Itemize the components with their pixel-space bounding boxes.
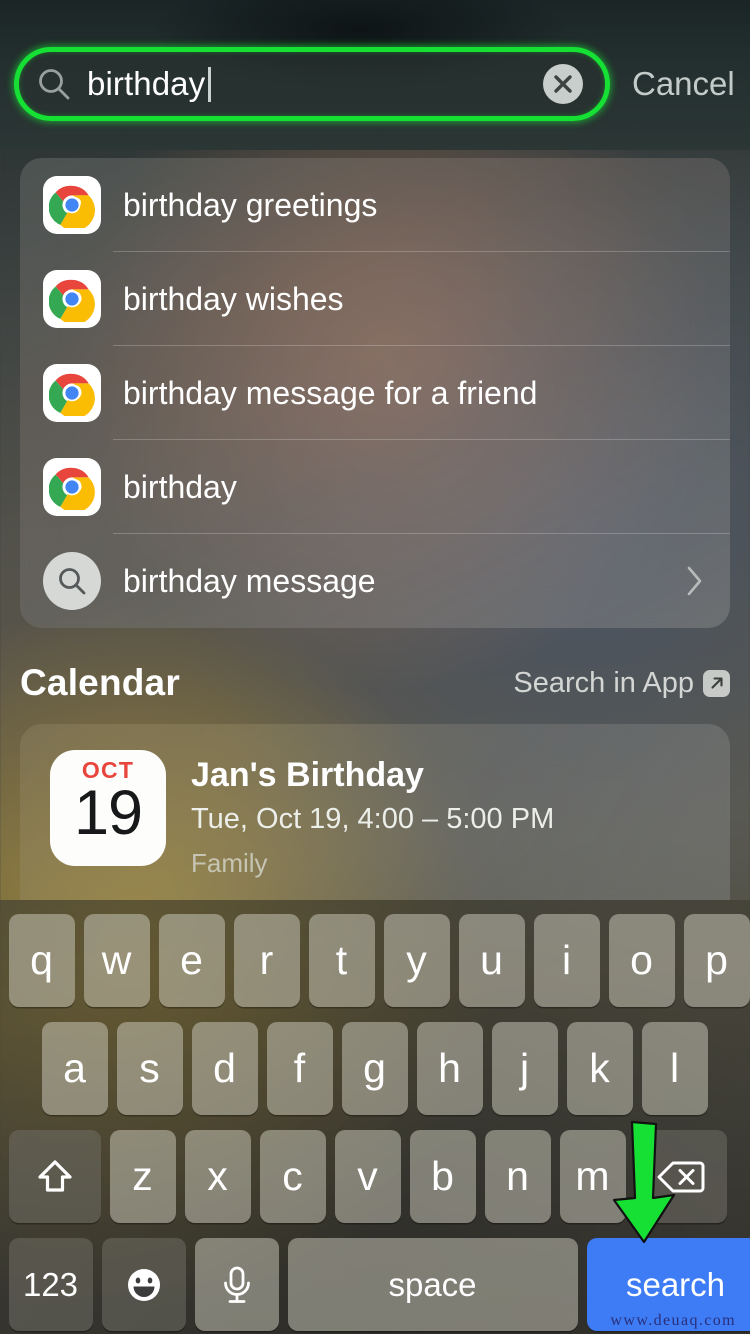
event-title: Jan's Birthday xyxy=(191,756,424,794)
shift-key[interactable] xyxy=(8,1130,101,1223)
key-e[interactable]: e xyxy=(158,914,225,1007)
key-t[interactable]: t xyxy=(308,914,375,1007)
suggestion-label: birthday wishes xyxy=(123,280,344,317)
site-watermark: www.deuaq.com xyxy=(610,1312,736,1329)
clear-search-button[interactable] xyxy=(543,64,583,104)
search-input-field[interactable]: birthday xyxy=(14,47,610,121)
keyboard-row-3: z x c v b n m xyxy=(0,1130,750,1223)
numbers-key[interactable]: 123 xyxy=(8,1238,93,1331)
key-q[interactable]: q xyxy=(8,914,75,1007)
key-i[interactable]: i xyxy=(533,914,600,1007)
key-j[interactable]: j xyxy=(491,1022,558,1115)
key-f[interactable]: f xyxy=(266,1022,333,1115)
keyboard-row-1: q w e r t y u i o p xyxy=(0,914,750,1007)
calendar-section-header: Calendar Search in App xyxy=(20,655,730,711)
search-icon xyxy=(37,67,71,101)
shift-arrow-up-icon xyxy=(37,1159,72,1192)
delete-key[interactable] xyxy=(634,1130,727,1223)
close-icon xyxy=(554,75,572,93)
key-y[interactable]: y xyxy=(383,914,450,1007)
cancel-button[interactable]: Cancel xyxy=(632,65,735,103)
calendar-day: 19 xyxy=(73,778,143,848)
suggestion-label: birthday greetings xyxy=(123,186,378,223)
key-a[interactable]: a xyxy=(41,1022,108,1115)
key-n[interactable]: n xyxy=(484,1130,551,1223)
key-v[interactable]: v xyxy=(334,1130,401,1223)
key-x[interactable]: x xyxy=(184,1130,251,1223)
calendar-date-icon: OCT 19 xyxy=(50,750,166,866)
event-time: Tue, Oct 19, 4:00 – 5:00 PM xyxy=(191,803,555,836)
suggestion-row-4[interactable]: birthday message xyxy=(20,534,730,628)
key-d[interactable]: d xyxy=(191,1022,258,1115)
key-u[interactable]: u xyxy=(458,914,525,1007)
arrow-up-right-icon xyxy=(703,669,730,697)
space-key[interactable]: space xyxy=(287,1238,578,1331)
section-title: Calendar xyxy=(20,662,180,703)
backspace-icon xyxy=(657,1161,704,1192)
suggestion-row-1[interactable]: birthday wishes xyxy=(20,252,730,346)
key-o[interactable]: o xyxy=(608,914,675,1007)
key-p[interactable]: p xyxy=(683,914,750,1007)
key-w[interactable]: w xyxy=(83,914,150,1007)
key-s[interactable]: s xyxy=(116,1022,183,1115)
suggestion-row-3[interactable]: birthday xyxy=(20,440,730,534)
key-m[interactable]: m xyxy=(559,1130,626,1223)
search-in-app-label: Search in App xyxy=(513,666,694,699)
text-cursor xyxy=(208,66,212,102)
suggestion-label: birthday message xyxy=(123,562,376,599)
chrome-icon xyxy=(43,176,101,234)
key-r[interactable]: r xyxy=(233,914,300,1007)
search-bar-row: birthday Cancel xyxy=(0,47,750,121)
on-screen-keyboard: q w e r t y u i o p a s d f g h j k l z … xyxy=(0,900,750,1334)
key-z[interactable]: z xyxy=(109,1130,176,1223)
keyboard-row-2: a s d f g h j k l xyxy=(0,1022,750,1115)
key-c[interactable]: c xyxy=(259,1130,326,1223)
emoji-key[interactable] xyxy=(101,1238,186,1331)
chrome-icon xyxy=(43,270,101,328)
search-in-app-button[interactable]: Search in App xyxy=(513,667,730,700)
suggestion-row-2[interactable]: birthday message for a friend xyxy=(20,346,730,440)
calendar-event-info: Jan's Birthday Tue, Oct 19, 4:00 – 5:00 … xyxy=(191,750,554,881)
microphone-icon xyxy=(223,1266,250,1303)
search-input-value: birthday xyxy=(87,65,206,102)
calendar-event-card[interactable]: OCT 19 Jan's Birthday Tue, Oct 19, 4:00 … xyxy=(20,724,730,900)
dictation-key[interactable] xyxy=(194,1238,279,1331)
iphone-spotlight-search-screen: birthday Cancel birthday greetings birth… xyxy=(0,0,750,1334)
key-b[interactable]: b xyxy=(409,1130,476,1223)
key-h[interactable]: h xyxy=(416,1022,483,1115)
suggestion-label: birthday message for a friend xyxy=(123,374,538,411)
event-calendar-name: Family xyxy=(191,847,268,878)
suggestion-label: birthday xyxy=(123,468,237,505)
search-circle-icon xyxy=(43,552,101,610)
smiley-icon xyxy=(127,1268,160,1301)
suggestion-row-0[interactable]: birthday greetings xyxy=(20,158,730,252)
key-k[interactable]: k xyxy=(566,1022,633,1115)
search-suggestions-card: birthday greetings birthday wishes birth… xyxy=(20,158,730,628)
key-g[interactable]: g xyxy=(341,1022,408,1115)
key-l[interactable]: l xyxy=(641,1022,708,1115)
chrome-icon xyxy=(43,458,101,516)
chevron-right-icon xyxy=(686,565,704,597)
chrome-icon xyxy=(43,364,101,422)
